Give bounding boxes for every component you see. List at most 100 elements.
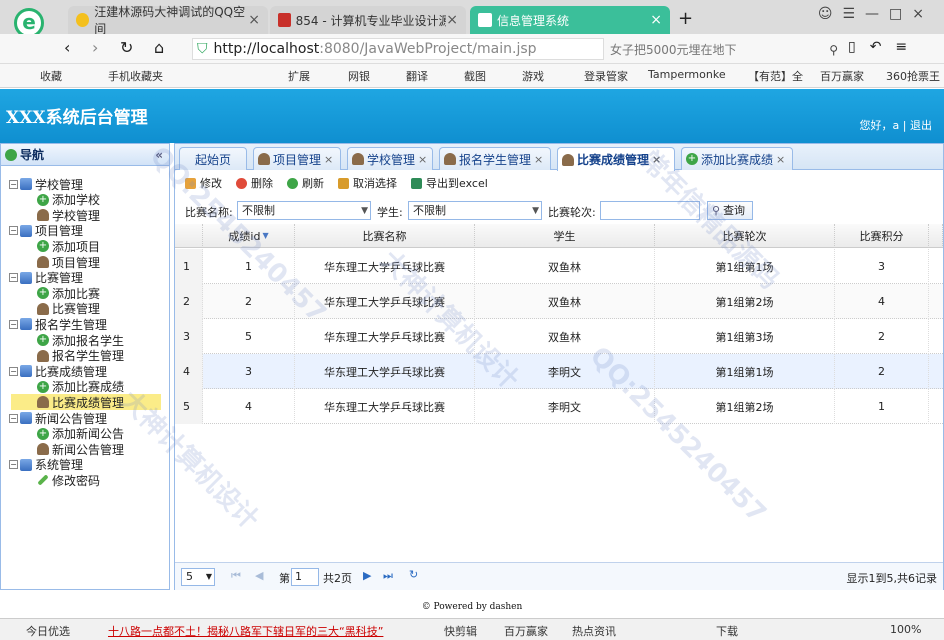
sidebar-group[interactable]: − 学校管理 — [9, 176, 83, 192]
prev-page-icon[interactable]: ◀ — [255, 569, 263, 582]
status-app[interactable]: 快剪辑 — [444, 623, 477, 639]
tab-school[interactable]: 学校管理 × — [347, 147, 433, 170]
refresh-button[interactable]: 刷新 — [287, 175, 324, 191]
student-select[interactable]: 不限制 ▼ — [408, 201, 542, 220]
delete-button[interactable]: 删除 — [236, 175, 273, 191]
column-header-round[interactable]: 比赛轮次 — [655, 224, 835, 248]
close-icon[interactable]: × — [776, 153, 785, 166]
sidebar-item[interactable]: 修改密码 — [37, 472, 100, 488]
sidebar-item[interactable]: 比赛成绩管理 — [11, 394, 161, 411]
column-header-student[interactable]: 学生 — [475, 224, 655, 248]
search-box[interactable]: 女子把5000元埋在地下 ⚲ — [610, 39, 838, 60]
collapse-icon[interactable]: − — [9, 273, 18, 283]
collapse-icon[interactable]: « — [155, 148, 163, 162]
column-header-score[interactable]: 比赛积分 — [835, 224, 929, 248]
search-icon[interactable]: ⚲ — [829, 43, 838, 57]
url-field[interactable]: ⛉ http://localhost:8080/JavaWebProject/m… — [192, 38, 604, 60]
sidebar-item[interactable]: + 添加比赛 — [37, 285, 100, 301]
close-icon[interactable]: × — [650, 12, 662, 28]
collapse-icon[interactable]: − — [9, 413, 18, 423]
status-left[interactable]: 今日优选 — [26, 623, 70, 639]
fav-item[interactable]: 扩展 — [288, 68, 310, 84]
sidebar-group[interactable]: − 比赛成绩管理 — [9, 363, 107, 379]
page-input[interactable]: 1 — [291, 568, 319, 586]
fav-item[interactable]: 网银 — [348, 68, 370, 84]
tab-score[interactable]: 比赛成绩管理 × — [557, 147, 675, 171]
table-row[interactable]: 5 4 华东理工大学乒乓球比赛 李明文 第1组第2场 1 — [175, 389, 943, 424]
fav-item[interactable]: 收藏 — [40, 68, 62, 84]
back-icon[interactable]: ‹ — [64, 38, 70, 57]
zoom-level[interactable]: 100% — [890, 623, 921, 636]
export-button[interactable]: 导出到excel — [411, 175, 488, 191]
status-app[interactable]: 热点资讯 — [572, 623, 616, 639]
sidebar-item[interactable]: + 添加比赛成绩 — [37, 379, 124, 395]
sidebar-item[interactable]: 报名学生管理 — [37, 348, 124, 364]
news-ticker[interactable]: 十八路一点都不土！揭秘八路军下辖日军的三大“黑科技” — [108, 623, 383, 639]
sidebar-group[interactable]: − 报名学生管理 — [9, 316, 107, 332]
cancel-select-button[interactable]: 取消选择 — [338, 175, 397, 191]
sidebar-item[interactable]: + 添加项目 — [37, 238, 100, 254]
browser-menu-icon[interactable]: ▯↶≡ — [848, 39, 921, 55]
status-app[interactable]: 百万赢家 — [504, 623, 548, 639]
sidebar-group[interactable]: − 新闻公告管理 — [9, 410, 107, 426]
first-page-icon[interactable]: ⏮ — [231, 569, 241, 583]
table-row[interactable]: 3 5 华东理工大学乒乓球比赛 双鱼林 第1组第3场 2 — [175, 319, 943, 354]
column-header-match[interactable]: 比赛名称 — [295, 224, 475, 248]
browser-tab-2[interactable]: 854 - 计算机专业毕业设计源码 × — [270, 6, 466, 34]
fav-item[interactable]: 手机收藏夹 — [108, 68, 163, 84]
sidebar-item[interactable]: + 添加新闻公告 — [37, 426, 124, 442]
fav-item[interactable]: 百万赢家 — [820, 68, 864, 84]
collapse-icon[interactable]: − — [9, 366, 18, 376]
forward-icon[interactable]: › — [92, 38, 98, 57]
close-icon[interactable]: × — [534, 153, 543, 166]
reload-icon[interactable]: ↻ — [120, 38, 133, 57]
fav-item[interactable]: 【有范】全 — [748, 68, 803, 84]
fav-item[interactable]: 截图 — [464, 68, 486, 84]
fav-item[interactable]: Tampermonke — [648, 68, 726, 81]
sidebar-item[interactable]: + 添加学校 — [37, 192, 100, 208]
sidebar-item[interactable]: 学校管理 — [37, 207, 100, 223]
sidebar-item[interactable]: 比赛管理 — [37, 301, 100, 317]
table-row[interactable]: 2 2 华东理工大学乒乓球比赛 双鱼林 第1组第2场 4 — [175, 284, 943, 319]
sidebar-group[interactable]: − 系统管理 — [9, 457, 83, 473]
close-icon[interactable]: × — [652, 153, 661, 166]
close-icon[interactable]: × — [418, 153, 427, 166]
browser-tab-3[interactable]: 信息管理系统 × — [470, 6, 670, 34]
download-link[interactable]: 下载 — [716, 623, 738, 639]
fav-item[interactable]: 翻译 — [406, 68, 428, 84]
browser-tab-1[interactable]: 汪建林源码大神调试的QQ空间 × — [68, 5, 268, 36]
sidebar-item[interactable]: 项目管理 — [37, 254, 100, 270]
sidebar-item[interactable]: + 添加报名学生 — [37, 332, 124, 348]
fav-item[interactable]: 360抢票王 — [886, 68, 940, 84]
edit-button[interactable]: 修改 — [185, 175, 222, 191]
sidebar-group[interactable]: − 项目管理 — [9, 223, 83, 239]
table-row[interactable]: 1 1 华东理工大学乒乓球比赛 双鱼林 第1组第1场 3 — [175, 249, 943, 284]
sidebar-group[interactable]: − 比赛管理 — [9, 270, 83, 286]
collapse-icon[interactable]: − — [9, 179, 18, 189]
collapse-icon[interactable]: − — [9, 319, 18, 329]
reload-icon[interactable]: ↻ — [409, 568, 418, 581]
fav-item[interactable]: 登录管家 — [584, 68, 628, 84]
tab-student[interactable]: 报名学生管理 × — [439, 147, 551, 170]
tab-home[interactable]: 起始页 — [179, 147, 247, 170]
collapse-icon[interactable]: − — [9, 460, 18, 470]
column-header-id[interactable]: 成绩id ▼ — [203, 224, 295, 248]
fav-item[interactable]: 游戏 — [522, 68, 544, 84]
close-icon[interactable]: × — [446, 12, 458, 28]
next-page-icon[interactable]: ▶ — [363, 569, 371, 582]
collapse-icon[interactable]: − — [9, 226, 18, 236]
match-name-select[interactable]: 不限制 ▼ — [237, 201, 371, 220]
tab-add-score[interactable]: + 添加比赛成绩 × — [681, 147, 793, 170]
table-row[interactable]: 4 3 华东理工大学乒乓球比赛 李明文 第1组第1场 2 — [175, 354, 943, 389]
tab-project[interactable]: 项目管理 × — [253, 147, 341, 170]
close-icon[interactable]: × — [324, 153, 333, 166]
close-icon[interactable]: × — [248, 12, 260, 28]
query-button[interactable]: ⚲ 查询 — [707, 201, 753, 220]
round-input[interactable] — [600, 201, 700, 220]
last-page-icon[interactable]: ⏭ — [383, 569, 393, 583]
home-icon[interactable]: ⌂ — [154, 38, 164, 57]
logout-link[interactable]: 退出 — [910, 119, 932, 132]
sidebar-item[interactable]: 新闻公告管理 — [37, 441, 124, 457]
new-tab-button[interactable]: + — [678, 8, 693, 29]
page-size-select[interactable]: 5 ▼ — [181, 568, 215, 586]
